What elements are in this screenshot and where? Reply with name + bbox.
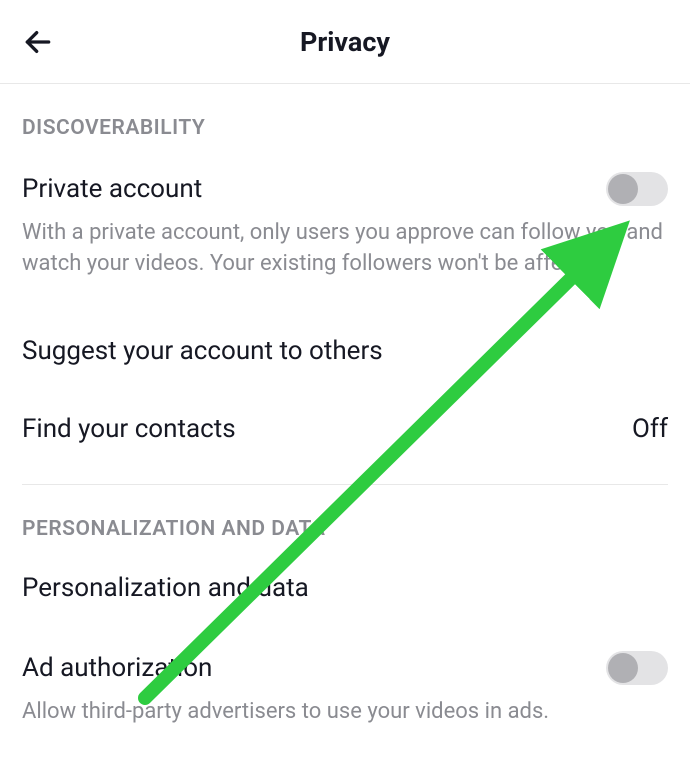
toggle-ad-authorization[interactable] <box>606 651 668 685</box>
row-private-account[interactable]: Private account <box>22 158 668 216</box>
label-find-contacts: Find your contacts <box>22 414 236 444</box>
back-button[interactable] <box>22 26 54 58</box>
desc-ad-authorization: Allow third-party advertisers to use you… <box>22 697 668 728</box>
toggle-private-account[interactable] <box>606 172 668 206</box>
section-header-personalization: PERSONALIZATION AND DATA <box>22 517 668 541</box>
label-suggest-account: Suggest your account to others <box>22 336 383 366</box>
section-header-discoverability: DISCOVERABILITY <box>22 116 668 140</box>
page-title: Privacy <box>300 26 390 58</box>
row-personalization-data[interactable]: Personalization and data <box>22 559 668 613</box>
toggle-knob <box>608 653 638 683</box>
desc-private-account: With a private account, only users you a… <box>22 218 668 280</box>
label-ad-authorization: Ad authorization <box>22 653 212 683</box>
toggle-knob <box>608 174 638 204</box>
arrow-left-icon <box>22 26 54 58</box>
header-bar: Privacy <box>0 0 690 84</box>
divider <box>22 484 668 485</box>
label-private-account: Private account <box>22 174 202 204</box>
row-suggest-account[interactable]: Suggest your account to others <box>22 336 668 376</box>
row-ad-authorization[interactable]: Ad authorization <box>22 651 668 695</box>
label-personalization-data: Personalization and data <box>22 573 309 603</box>
row-find-contacts[interactable]: Find your contacts Off <box>22 414 668 454</box>
value-find-contacts: Off <box>632 414 668 444</box>
content: DISCOVERABILITY Private account With a p… <box>0 116 690 727</box>
